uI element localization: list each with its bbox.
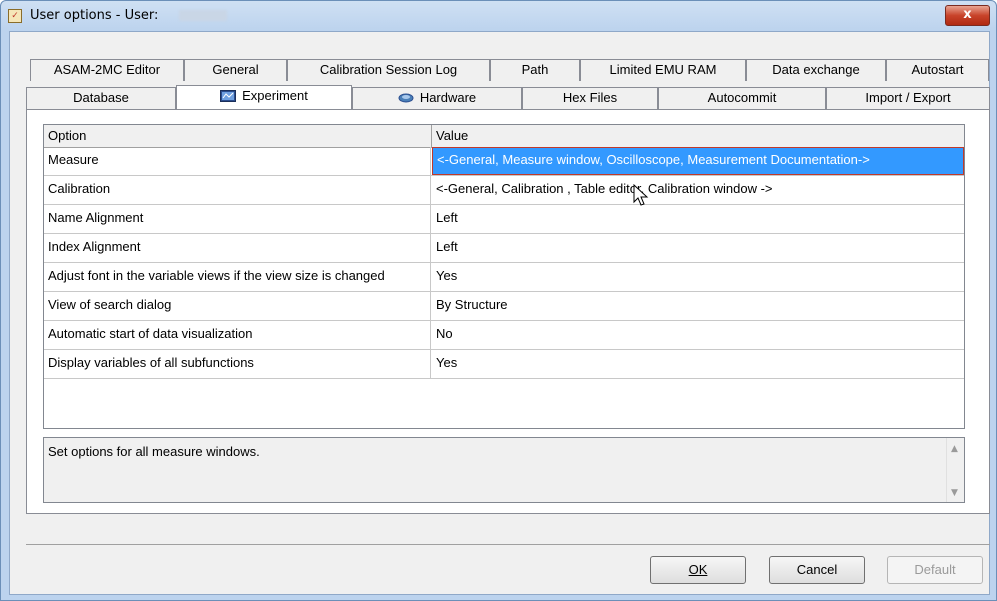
tab-hardware[interactable]: Hardware — [352, 87, 522, 109]
grid-header: Option Value — [44, 125, 964, 148]
option-cell: Calibration — [44, 176, 431, 204]
window-title: User options - User: — [30, 8, 159, 23]
description-text: Set options for all measure windows. — [48, 444, 260, 459]
tab-calibration-session-log[interactable]: Calibration Session Log — [287, 59, 490, 81]
redacted-username — [179, 10, 227, 21]
hardware-icon — [398, 93, 414, 103]
option-description: Set options for all measure windows. ▲ ▼ — [43, 437, 965, 503]
table-row[interactable]: Name Alignment Left — [44, 205, 964, 234]
option-cell: Display variables of all subfunctions — [44, 350, 431, 378]
value-cell[interactable]: No — [432, 321, 964, 349]
option-cell: Automatic start of data visualization — [44, 321, 431, 349]
tab-hardware-label: Hardware — [419, 90, 477, 105]
value-cell[interactable]: <-General, Calibration , Table editor, C… — [432, 176, 964, 204]
scroll-up-icon[interactable]: ▲ — [951, 444, 958, 454]
value-cell[interactable]: Yes — [432, 263, 964, 291]
tab-experiment-label: Experiment — [242, 88, 308, 103]
tab-hex-files[interactable]: Hex Files — [522, 87, 658, 109]
dialog-client-area: ASAM-2MC Editor General Calibration Sess… — [9, 31, 990, 595]
table-row[interactable]: Index Alignment Left — [44, 234, 964, 263]
option-cell: Index Alignment — [44, 234, 431, 262]
tab-row-front: Database Experiment Hardware Hex Files A… — [26, 85, 990, 109]
tab-row-back: ASAM-2MC Editor General Calibration Sess… — [30, 59, 990, 81]
table-row[interactable]: View of search dialog By Structure — [44, 292, 964, 321]
value-cell[interactable]: Left — [432, 205, 964, 233]
ok-button[interactable]: OK — [650, 556, 746, 584]
cancel-button[interactable]: Cancel — [769, 556, 865, 584]
app-icon: ✓ — [8, 9, 22, 23]
tab-general[interactable]: General — [184, 59, 287, 81]
value-column-header[interactable]: Value — [436, 128, 468, 143]
cancel-button-label: Cancel — [796, 562, 838, 577]
close-button[interactable]: x — [945, 5, 990, 26]
tab-database[interactable]: Database — [26, 87, 176, 109]
default-button[interactable]: Default — [887, 556, 983, 584]
option-cell: View of search dialog — [44, 292, 431, 320]
tab-path[interactable]: Path — [490, 59, 580, 81]
mouse-cursor-icon — [633, 184, 649, 206]
value-cell[interactable]: Left — [432, 234, 964, 262]
value-cell[interactable]: Yes — [432, 350, 964, 378]
tab-limited-emu-ram[interactable]: Limited EMU RAM — [580, 59, 746, 81]
default-button-label: Default — [914, 562, 956, 577]
tab-data-exchange[interactable]: Data exchange — [746, 59, 886, 81]
table-row[interactable]: Measure <-General, Measure window, Oscil… — [44, 147, 964, 176]
tab-experiment[interactable]: Experiment — [176, 85, 352, 109]
table-row[interactable]: Adjust font in the variable views if the… — [44, 263, 964, 292]
option-column-header[interactable]: Option — [48, 128, 86, 143]
tab-autocommit[interactable]: Autocommit — [658, 87, 826, 109]
options-grid: Option Value Measure <-General, Measure … — [43, 124, 965, 429]
scroll-down-icon[interactable]: ▼ — [951, 488, 958, 498]
table-row[interactable]: Display variables of all subfunctions Ye… — [44, 350, 964, 379]
tab-asam-2mc-editor[interactable]: ASAM-2MC Editor — [30, 59, 184, 81]
option-cell: Adjust font in the variable views if the… — [44, 263, 431, 291]
title-bar[interactable]: ✓ User options - User: x — [1, 1, 996, 31]
user-options-window: ✓ User options - User: x ASAM-2MC Editor… — [0, 0, 997, 601]
value-cell[interactable]: <-General, Measure window, Oscilloscope,… — [432, 147, 964, 175]
option-cell: Name Alignment — [44, 205, 431, 233]
tab-autostart[interactable]: Autostart — [886, 59, 989, 81]
option-cell: Measure — [44, 147, 431, 175]
table-row[interactable]: Automatic start of data visualization No — [44, 321, 964, 350]
ok-button-label: OK — [688, 562, 708, 577]
experiment-icon — [220, 90, 237, 102]
tab-import-export[interactable]: Import / Export — [826, 87, 990, 109]
divider — [26, 544, 990, 545]
description-scrollbar[interactable]: ▲ ▼ — [946, 438, 964, 502]
column-divider[interactable] — [431, 125, 432, 147]
experiment-panel: Option Value Measure <-General, Measure … — [26, 109, 990, 514]
value-cell[interactable]: By Structure — [432, 292, 964, 320]
table-row[interactable]: Calibration <-General, Calibration , Tab… — [44, 176, 964, 205]
